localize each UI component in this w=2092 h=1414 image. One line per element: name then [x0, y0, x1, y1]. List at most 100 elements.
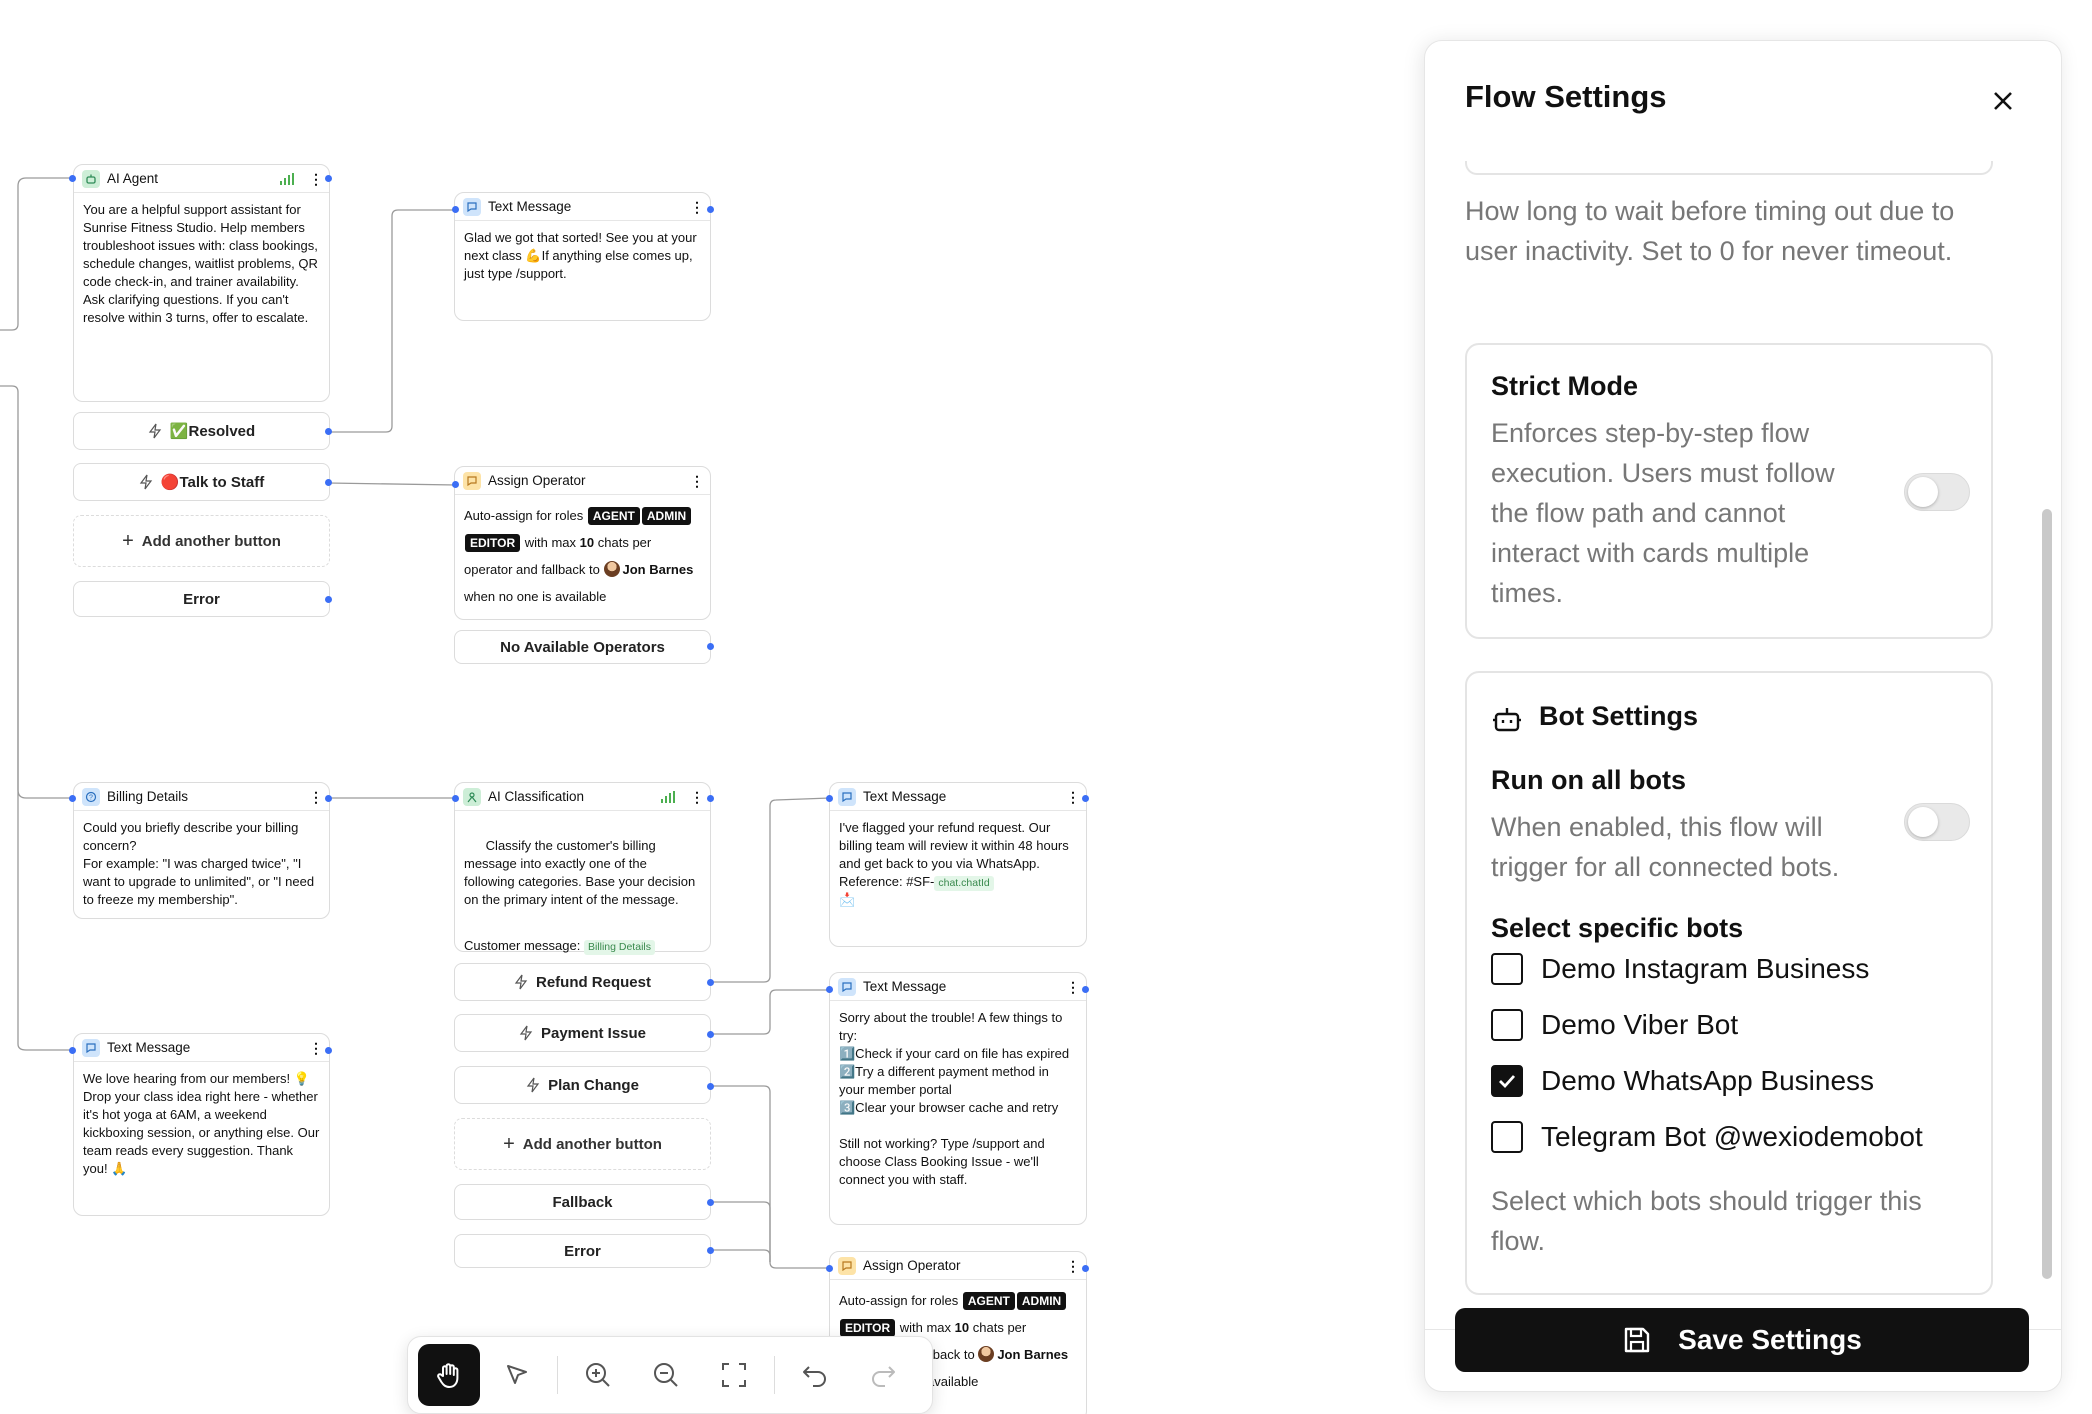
talk-to-staff-button[interactable]: 🔴Talk to Staff — [73, 463, 330, 501]
message-text: I've flagged your refund request. Our bi… — [839, 820, 1073, 907]
no-operators-button[interactable]: No Available Operators — [454, 630, 711, 664]
text-message-node[interactable]: Text Message ⋮ I've flagged your refund … — [829, 782, 1087, 947]
flow-settings-panel: Flow Settings How long to wait before ti… — [1424, 40, 2062, 1392]
ai-agent-node[interactable]: AI Agent ⋮ You are a helpful support ass… — [73, 164, 330, 402]
bolt-icon — [514, 974, 528, 990]
refund-request-button[interactable]: Refund Request — [454, 963, 711, 1001]
message-icon — [838, 787, 856, 806]
run-all-description: When enabled, this flow will trigger for… — [1491, 812, 1840, 882]
more-icon[interactable]: ⋮ — [690, 200, 704, 214]
error-button[interactable]: Error — [454, 1234, 711, 1268]
more-icon[interactable]: ⋮ — [690, 474, 704, 488]
text-message-node[interactable]: Text Message ⋮ Sorry about the trouble! … — [829, 972, 1087, 1225]
panel-title: Flow Settings — [1465, 79, 1667, 114]
fit-screen-button[interactable] — [703, 1344, 765, 1406]
error-button[interactable]: Error — [73, 581, 330, 617]
bot-helper-text: Select which bots should trigger this fl… — [1491, 1186, 1922, 1256]
signal-icon — [280, 172, 294, 185]
message-text: We love hearing from our members! 💡 Drop… — [83, 1071, 323, 1176]
message-icon — [82, 1038, 100, 1057]
strict-mode-toggle[interactable] — [1904, 473, 1970, 511]
message-text: Sorry about the trouble! A few things to… — [839, 1010, 1070, 1187]
more-icon[interactable]: ⋮ — [309, 172, 323, 186]
settings-scroll-area[interactable]: How long to wait before timing out due t… — [1425, 161, 2061, 1329]
question-icon: ? — [82, 787, 100, 806]
bot-settings-title: Bot Settings — [1539, 701, 1698, 731]
more-icon[interactable]: ⋮ — [690, 790, 704, 804]
checkbox[interactable] — [1491, 1065, 1523, 1097]
select-tool-button[interactable] — [486, 1344, 548, 1406]
plus-icon: + — [503, 1132, 515, 1155]
robot-icon — [82, 169, 100, 188]
zoom-in-button[interactable] — [567, 1344, 629, 1406]
strict-mode-card: Strict Mode Enforces step-by-step flow e… — [1465, 343, 1993, 639]
plan-change-button[interactable]: Plan Change — [454, 1066, 711, 1104]
run-all-toggle[interactable] — [1904, 803, 1970, 841]
bot-settings-card: Bot Settings Run on all bots When enable… — [1465, 671, 1993, 1295]
redo-icon — [872, 1366, 895, 1387]
bolt-icon — [519, 1025, 533, 1041]
more-icon[interactable]: ⋮ — [1066, 1259, 1080, 1273]
bot-option[interactable]: Demo Instagram Business — [1491, 949, 1869, 989]
checkmark-icon — [1499, 1075, 1516, 1089]
hand-icon — [437, 1363, 459, 1388]
timeout-help-text: How long to wait before timing out due t… — [1465, 196, 1955, 266]
text-message-node[interactable]: Text Message ⋮ Glad we got that sorted! … — [454, 192, 711, 321]
robot-icon — [1493, 708, 1521, 732]
fit-screen-icon — [722, 1363, 746, 1387]
close-icon — [1994, 92, 2012, 110]
bot-option[interactable]: Demo WhatsApp Business — [1491, 1061, 1874, 1101]
question-text: Could you briefly describe your billing … — [83, 820, 315, 907]
operator-icon — [838, 1256, 856, 1275]
more-icon[interactable]: ⋮ — [309, 1041, 323, 1055]
save-icon — [1624, 1327, 1650, 1353]
signal-icon — [661, 790, 675, 803]
run-all-title: Run on all bots — [1491, 765, 1686, 795]
payment-issue-button[interactable]: Payment Issue — [454, 1014, 711, 1052]
pointer-icon — [507, 1365, 527, 1384]
bot-option[interactable]: Telegram Bot @wexiodemobot — [1491, 1117, 1923, 1157]
message-text: Glad we got that sorted! See you at your… — [464, 230, 701, 281]
resolved-button[interactable]: ✅Resolved — [73, 412, 330, 450]
add-button[interactable]: + Add another button — [454, 1118, 711, 1170]
more-icon[interactable]: ⋮ — [1066, 790, 1080, 804]
node-title: AI Agent — [107, 171, 159, 186]
checkbox[interactable] — [1491, 953, 1523, 985]
bolt-icon — [148, 423, 162, 439]
save-settings-button[interactable]: Save Settings — [1455, 1308, 2029, 1372]
strict-mode-title: Strict Mode — [1491, 371, 1639, 401]
select-bots-title: Select specific bots — [1491, 913, 1744, 943]
ai-classification-node[interactable]: AI Classification ⋮ Classify the custome… — [454, 782, 711, 955]
checkbox[interactable] — [1491, 1009, 1523, 1041]
more-icon[interactable]: ⋮ — [309, 790, 323, 804]
fallback-button[interactable]: Fallback — [454, 1184, 711, 1220]
checkbox[interactable] — [1491, 1121, 1523, 1153]
bolt-icon — [139, 474, 152, 490]
svg-text:?: ? — [89, 794, 93, 801]
operator-icon — [463, 471, 481, 490]
zoom-out-icon — [654, 1363, 678, 1387]
bot-option[interactable]: Demo Viber Bot — [1491, 1005, 1738, 1045]
canvas-toolbar — [407, 1336, 933, 1414]
zoom-in-icon — [586, 1363, 610, 1387]
undo-button[interactable] — [784, 1344, 846, 1406]
redo-button[interactable] — [852, 1344, 914, 1406]
close-button[interactable] — [1985, 83, 2021, 119]
zoom-out-button[interactable] — [635, 1344, 697, 1406]
classify-icon — [463, 787, 481, 806]
more-icon[interactable]: ⋮ — [1066, 980, 1080, 994]
assign-details: Auto-assign for roles AGENT ADMIN EDITOR … — [464, 507, 694, 604]
assign-operator-node[interactable]: Assign Operator ⋮ Auto-assign for roles … — [454, 466, 711, 620]
avatar — [978, 1346, 995, 1362]
hand-tool-button[interactable] — [418, 1344, 480, 1406]
plus-icon: + — [122, 529, 134, 552]
avatar — [603, 561, 620, 577]
timeout-card-edge — [1465, 161, 1993, 175]
billing-details-node[interactable]: ? Billing Details ⋮ Could you briefly de… — [73, 782, 330, 919]
add-button[interactable]: + Add another button — [73, 515, 330, 567]
text-message-node[interactable]: Text Message ⋮ We love hearing from our … — [73, 1033, 330, 1216]
scrollbar[interactable] — [2042, 509, 2052, 1279]
message-icon — [838, 977, 856, 996]
variable-chip: chat.chatId — [934, 876, 994, 891]
prompt-text: You are a helpful support assistant for … — [83, 202, 322, 325]
